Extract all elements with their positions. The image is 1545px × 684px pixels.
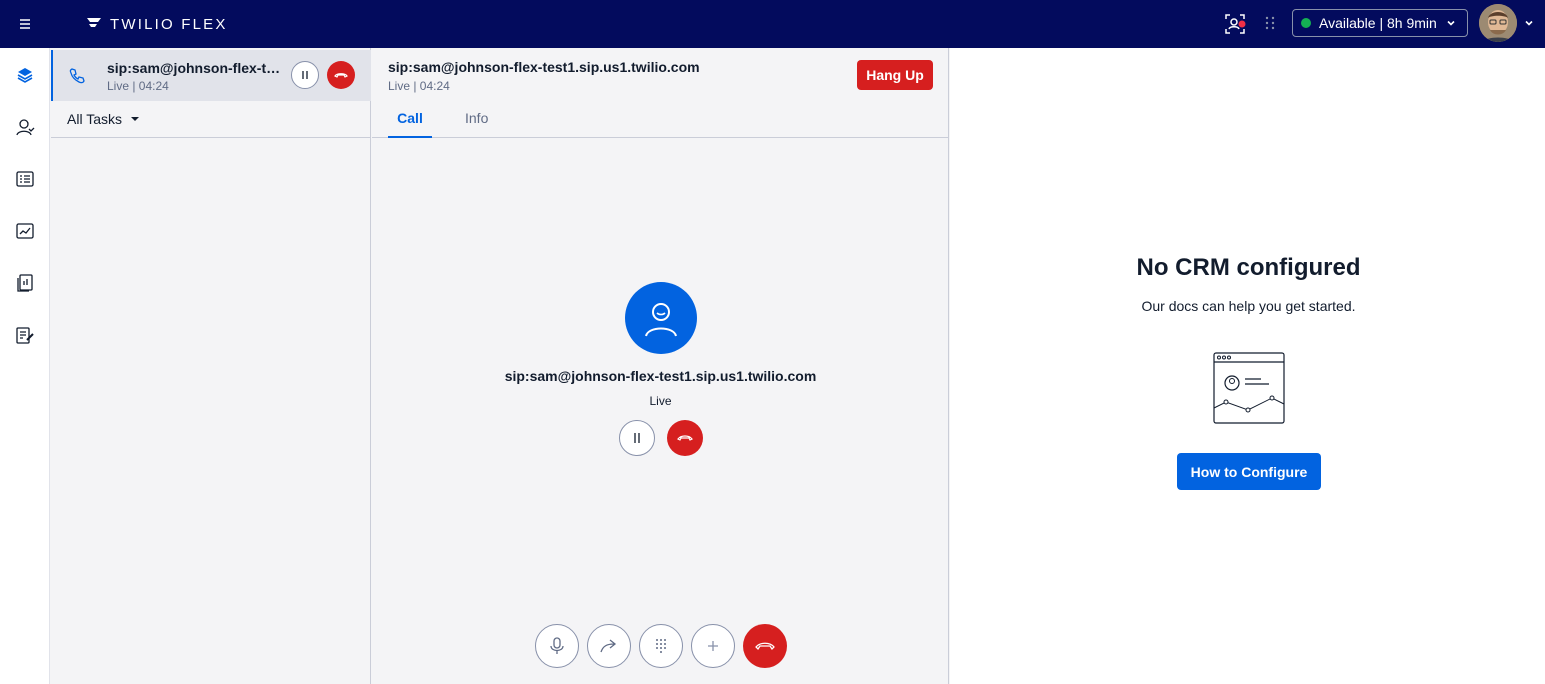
status-dot — [1301, 18, 1311, 28]
brand: TWILIO FLEX — [86, 13, 228, 35]
hold-button[interactable] — [619, 420, 655, 456]
caret-down-icon — [130, 114, 140, 124]
chevron-down-icon — [1445, 17, 1457, 29]
dialpad-icon — [656, 639, 666, 653]
queue-stats-icon[interactable] — [15, 169, 35, 189]
crm-subtitle: Our docs can help you get started. — [1141, 298, 1356, 314]
add-participant-button[interactable] — [691, 624, 735, 668]
twilio-logo-icon — [86, 16, 102, 32]
task-subtitle: Live | 04:24 — [107, 79, 169, 93]
crm-illustration-icon — [1213, 352, 1285, 424]
activity-status-dropdown[interactable]: Available | 8h 9min — [1292, 9, 1468, 37]
task-list-panel: sip:sam@johnson-flex-test1.sip.us1.twili… — [51, 48, 371, 684]
crm-panel: No CRM configured Our docs can help you … — [950, 48, 1545, 684]
hang-up-button[interactable]: Hang Up — [857, 60, 933, 90]
agents-icon[interactable] — [15, 117, 35, 137]
tab-info[interactable]: Info — [465, 110, 488, 138]
call-title: sip:sam@johnson-flex-test1.sip.us1.twili… — [388, 59, 700, 75]
caller-name: sip:sam@johnson-flex-test1.sip.us1.twili… — [504, 368, 817, 384]
phone-icon — [67, 66, 87, 86]
top-bar: TWILIO FLEX Available | 8h 9min — [0, 0, 1545, 48]
dialpad-dots-icon[interactable] — [1262, 15, 1278, 31]
crm-title: No CRM configured — [1136, 254, 1361, 281]
tab-call[interactable]: Call — [388, 110, 432, 138]
caller-avatar — [625, 282, 697, 354]
trend-icon[interactable] — [15, 221, 35, 241]
mute-button[interactable] — [535, 624, 579, 668]
how-to-configure-button[interactable]: How to Configure — [1177, 453, 1321, 490]
forward-arrow-icon — [600, 639, 617, 653]
edit-list-icon[interactable] — [15, 325, 35, 345]
avatar[interactable] — [1479, 4, 1517, 42]
camera-alert-icon[interactable] — [1223, 12, 1247, 36]
hold-button[interactable] — [291, 61, 319, 89]
call-subtitle: Live | 04:24 — [388, 79, 450, 93]
user-menu[interactable] — [1479, 4, 1535, 42]
chevron-down-icon[interactable] — [1523, 17, 1535, 29]
transfer-button[interactable] — [587, 624, 631, 668]
status-label: Available | 8h 9min — [1319, 15, 1437, 31]
menu-icon[interactable] — [14, 13, 36, 35]
reports-icon[interactable] — [15, 273, 35, 293]
brand-name: TWILIO FLEX — [110, 15, 228, 33]
end-call-button[interactable] — [743, 624, 787, 668]
caller-status: Live — [649, 394, 672, 408]
dialpad-button[interactable] — [639, 624, 683, 668]
tab-bar: Call Info — [372, 102, 949, 138]
side-nav — [0, 48, 50, 684]
end-call-button[interactable] — [327, 61, 355, 89]
task-filter-dropdown[interactable]: All Tasks — [51, 101, 371, 138]
microphone-icon — [550, 637, 564, 654]
layers-icon[interactable] — [15, 65, 35, 85]
call-panel: sip:sam@johnson-flex-test1.sip.us1.twili… — [372, 48, 949, 684]
filter-label: All Tasks — [67, 111, 122, 127]
task-card[interactable]: sip:sam@johnson-flex-test1.sip.us1.twili… — [51, 50, 371, 101]
user-icon — [645, 303, 677, 337]
hang-up-icon — [755, 642, 775, 651]
task-title: sip:sam@johnson-flex-test1.sip.us1.twili… — [107, 60, 287, 76]
plus-icon — [708, 641, 718, 651]
end-call-button[interactable] — [667, 420, 703, 456]
